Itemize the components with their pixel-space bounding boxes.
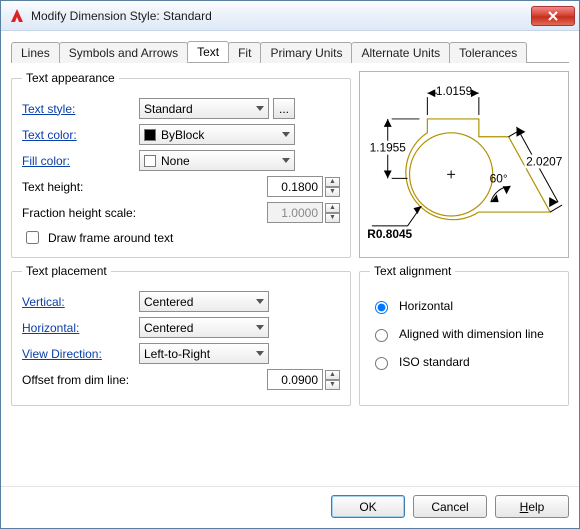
view-direction-label[interactable]: View Direction: [22, 347, 139, 361]
help-button[interactable]: Help [495, 495, 569, 518]
fraction-scale-input [267, 202, 323, 223]
offset-input[interactable] [267, 369, 323, 390]
draw-frame-label: Draw frame around text [48, 231, 173, 245]
spinner-up-icon[interactable]: ▲ [325, 370, 340, 380]
client-area: Lines Symbols and Arrows Text Fit Primar… [1, 31, 579, 486]
preview-radius: R0.8045 [367, 227, 412, 241]
vertical-select[interactable]: Centered [139, 291, 269, 312]
preview-pane: 1.0159 1.1955 [359, 71, 569, 258]
view-direction-value: Left-to-Right [144, 347, 210, 361]
alignment-aligned-label: Aligned with dimension line [399, 327, 544, 341]
ok-button[interactable]: OK [331, 495, 405, 518]
titlebar: Modify Dimension Style: Standard [1, 1, 579, 31]
window-title: Modify Dimension Style: Standard [31, 9, 531, 23]
close-button[interactable] [531, 6, 575, 26]
spinner-down-icon: ▼ [325, 213, 340, 223]
text-height-input[interactable] [267, 176, 323, 197]
text-alignment-legend: Text alignment [370, 264, 455, 278]
app-logo-icon [9, 8, 25, 24]
text-style-select[interactable]: Standard [139, 98, 269, 119]
tab-fit[interactable]: Fit [228, 42, 261, 63]
dialog-footer: OK Cancel Help [1, 486, 579, 528]
text-style-value: Standard [144, 102, 193, 116]
tab-alternate-units[interactable]: Alternate Units [351, 42, 450, 63]
chevron-down-icon [256, 325, 264, 330]
view-direction-select[interactable]: Left-to-Right [139, 343, 269, 364]
text-style-browse-button[interactable]: ... [273, 98, 295, 119]
ellipsis-icon: ... [279, 102, 289, 116]
offset-label: Offset from dim line: [22, 373, 172, 387]
preview-dim-top: 1.0159 [436, 84, 473, 98]
text-color-label[interactable]: Text color: [22, 128, 139, 142]
fill-color-label[interactable]: Fill color: [22, 154, 139, 168]
text-height-label: Text height: [22, 180, 139, 194]
text-placement-group: Text placement Vertical: Centered Horizo… [11, 264, 351, 406]
none-swatch-icon [144, 155, 156, 167]
ok-label: OK [359, 500, 376, 514]
horizontal-value: Centered [144, 321, 193, 335]
alignment-horizontal-radio[interactable] [375, 301, 388, 314]
fraction-scale-spinner: ▲ ▼ [325, 203, 340, 223]
alignment-aligned-radio[interactable] [375, 329, 388, 342]
text-appearance-legend: Text appearance [22, 71, 119, 85]
spinner-up-icon: ▲ [325, 203, 340, 213]
chevron-down-icon [256, 351, 264, 356]
text-placement-legend: Text placement [22, 264, 111, 278]
alignment-iso-radio[interactable] [375, 357, 388, 370]
help-label: Help [520, 500, 545, 514]
dialog-window: Modify Dimension Style: Standard Lines S… [0, 0, 580, 529]
close-icon [547, 11, 559, 21]
chevron-down-icon [256, 106, 264, 111]
text-appearance-group: Text appearance Text style: Standard ...… [11, 71, 351, 258]
tab-text[interactable]: Text [187, 41, 229, 62]
preview-dim-diag: 2.0207 [526, 154, 562, 168]
tab-symbols-arrows[interactable]: Symbols and Arrows [59, 42, 188, 63]
cancel-button[interactable]: Cancel [413, 495, 487, 518]
color-swatch-icon [144, 129, 156, 141]
preview-angle: 60° [490, 171, 508, 185]
offset-spinner[interactable]: ▲ ▼ [325, 370, 340, 390]
spinner-up-icon[interactable]: ▲ [325, 177, 340, 187]
horizontal-label[interactable]: Horizontal: [22, 321, 139, 335]
fraction-scale-label: Fraction height scale: [22, 206, 172, 220]
vertical-value: Centered [144, 295, 193, 309]
alignment-horizontal-label: Horizontal [399, 299, 453, 313]
horizontal-select[interactable]: Centered [139, 317, 269, 338]
text-style-label[interactable]: Text style: [22, 102, 139, 116]
tab-strip: Lines Symbols and Arrows Text Fit Primar… [11, 41, 569, 63]
tab-tolerances[interactable]: Tolerances [449, 42, 527, 63]
alignment-iso-label: ISO standard [399, 355, 470, 369]
text-color-value: ByBlock [161, 128, 204, 142]
chevron-down-icon [282, 158, 290, 163]
cancel-label: Cancel [431, 500, 468, 514]
spinner-down-icon[interactable]: ▼ [325, 187, 340, 197]
chevron-down-icon [256, 299, 264, 304]
spinner-down-icon[interactable]: ▼ [325, 380, 340, 390]
preview-dim-left: 1.1955 [370, 141, 407, 155]
tab-lines[interactable]: Lines [11, 42, 60, 63]
text-height-spinner[interactable]: ▲ ▼ [325, 177, 340, 197]
fill-color-select[interactable]: None [139, 150, 295, 171]
chevron-down-icon [282, 132, 290, 137]
fill-color-value: None [161, 154, 190, 168]
tab-primary-units[interactable]: Primary Units [260, 42, 352, 63]
draw-frame-checkbox[interactable] [26, 231, 39, 244]
text-alignment-group: Text alignment Horizontal Aligned with d… [359, 264, 569, 406]
text-color-select[interactable]: ByBlock [139, 124, 295, 145]
vertical-label[interactable]: Vertical: [22, 295, 139, 309]
